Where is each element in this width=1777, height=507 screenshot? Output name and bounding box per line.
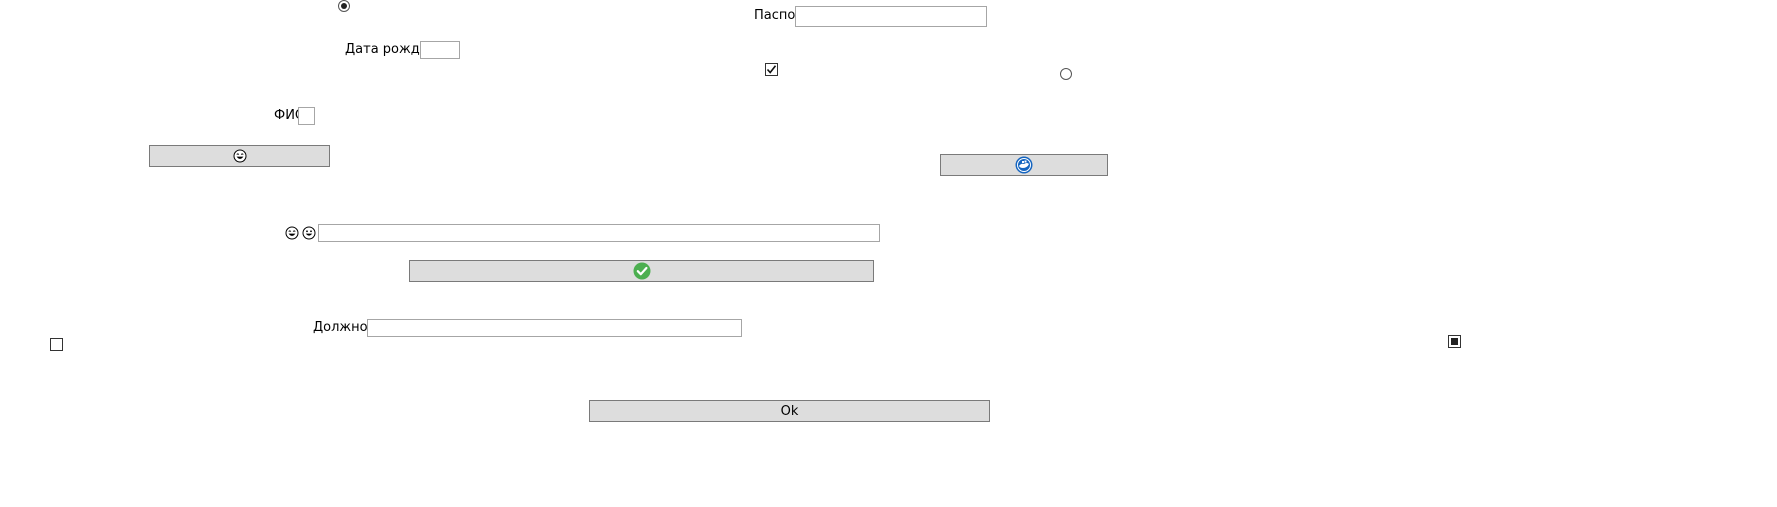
grinning-face-icon bbox=[302, 226, 316, 240]
blue-whale-badge-icon bbox=[1015, 156, 1033, 174]
radio-top[interactable] bbox=[338, 0, 350, 12]
radio-right[interactable] bbox=[1060, 68, 1072, 80]
ok-button[interactable]: Ok bbox=[589, 400, 990, 422]
green-checkmark-icon bbox=[633, 262, 650, 280]
ok-button-label: Ok bbox=[780, 403, 799, 419]
position-input[interactable] bbox=[367, 319, 742, 337]
checkbox-left[interactable] bbox=[50, 338, 63, 351]
laughing-face-icon bbox=[285, 226, 299, 240]
passport-input[interactable] bbox=[795, 6, 987, 27]
laughing-face-icon bbox=[233, 149, 246, 163]
radio-top-dot bbox=[341, 3, 347, 9]
checkmark-icon bbox=[766, 65, 777, 74]
emoji-text-input[interactable] bbox=[318, 224, 880, 242]
confirm-button[interactable] bbox=[409, 260, 874, 282]
blue-badge-button[interactable] bbox=[940, 154, 1108, 176]
checkbox-right[interactable] bbox=[1448, 335, 1461, 348]
birthdate-input[interactable] bbox=[420, 41, 460, 59]
fio-input[interactable] bbox=[298, 107, 315, 125]
indeterminate-mark bbox=[1451, 338, 1458, 345]
smile-button[interactable] bbox=[149, 145, 330, 167]
checkbox-mid[interactable] bbox=[765, 63, 778, 76]
